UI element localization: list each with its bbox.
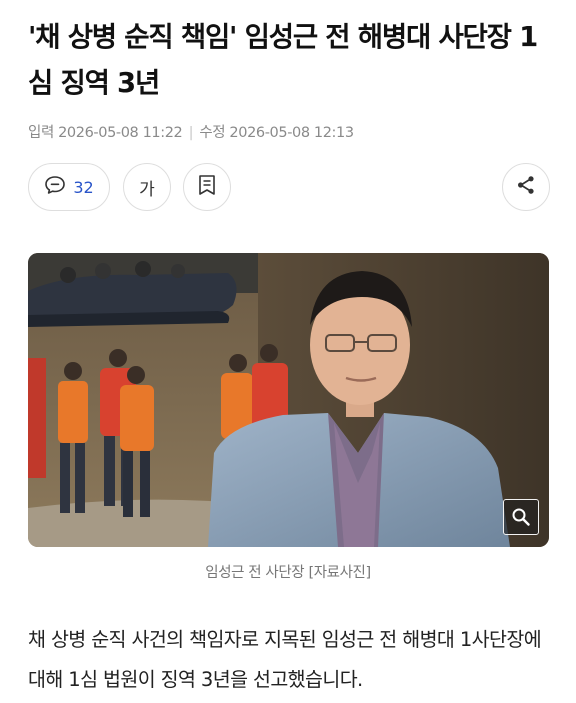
comment-button[interactable]: 32: [28, 163, 110, 211]
share-icon: [515, 174, 537, 200]
comment-count: 32: [73, 177, 94, 197]
photo-illustration: [28, 253, 549, 547]
input-label: 입력: [28, 125, 54, 141]
bookmark-button[interactable]: [183, 163, 231, 211]
input-time: 2026-05-08 11:22: [58, 125, 183, 141]
article-body: 채 상병 순직 사건의 책임자로 지목된 임성근 전 해병대 1사단장에 대해 …: [28, 628, 542, 691]
meta-separator: |: [188, 125, 194, 141]
image-caption: 임성근 전 사단장 [자료사진]: [205, 565, 371, 581]
article-timestamps: 입력 2026-05-08 11:22 | 수정 2026-05-08 12:1…: [28, 121, 354, 142]
zoom-button[interactable]: [503, 499, 539, 535]
article-headline: '채 상병 순직 책임' 임성근 전 해병대 사단장 1심 징역 3년: [28, 21, 538, 99]
edit-label: 수정: [199, 125, 226, 141]
article-photo[interactable]: [28, 253, 549, 547]
edit-time: 2026-05-08 12:13: [229, 125, 354, 141]
font-size-button[interactable]: 가: [123, 163, 171, 211]
share-button[interactable]: [502, 163, 550, 211]
article-toolbar: 32 가: [28, 163, 550, 211]
bookmark-list-icon: [198, 174, 216, 200]
comment-bubble-icon: [44, 175, 66, 199]
font-size-label: 가: [139, 179, 155, 200]
magnifier-icon: [511, 507, 531, 527]
